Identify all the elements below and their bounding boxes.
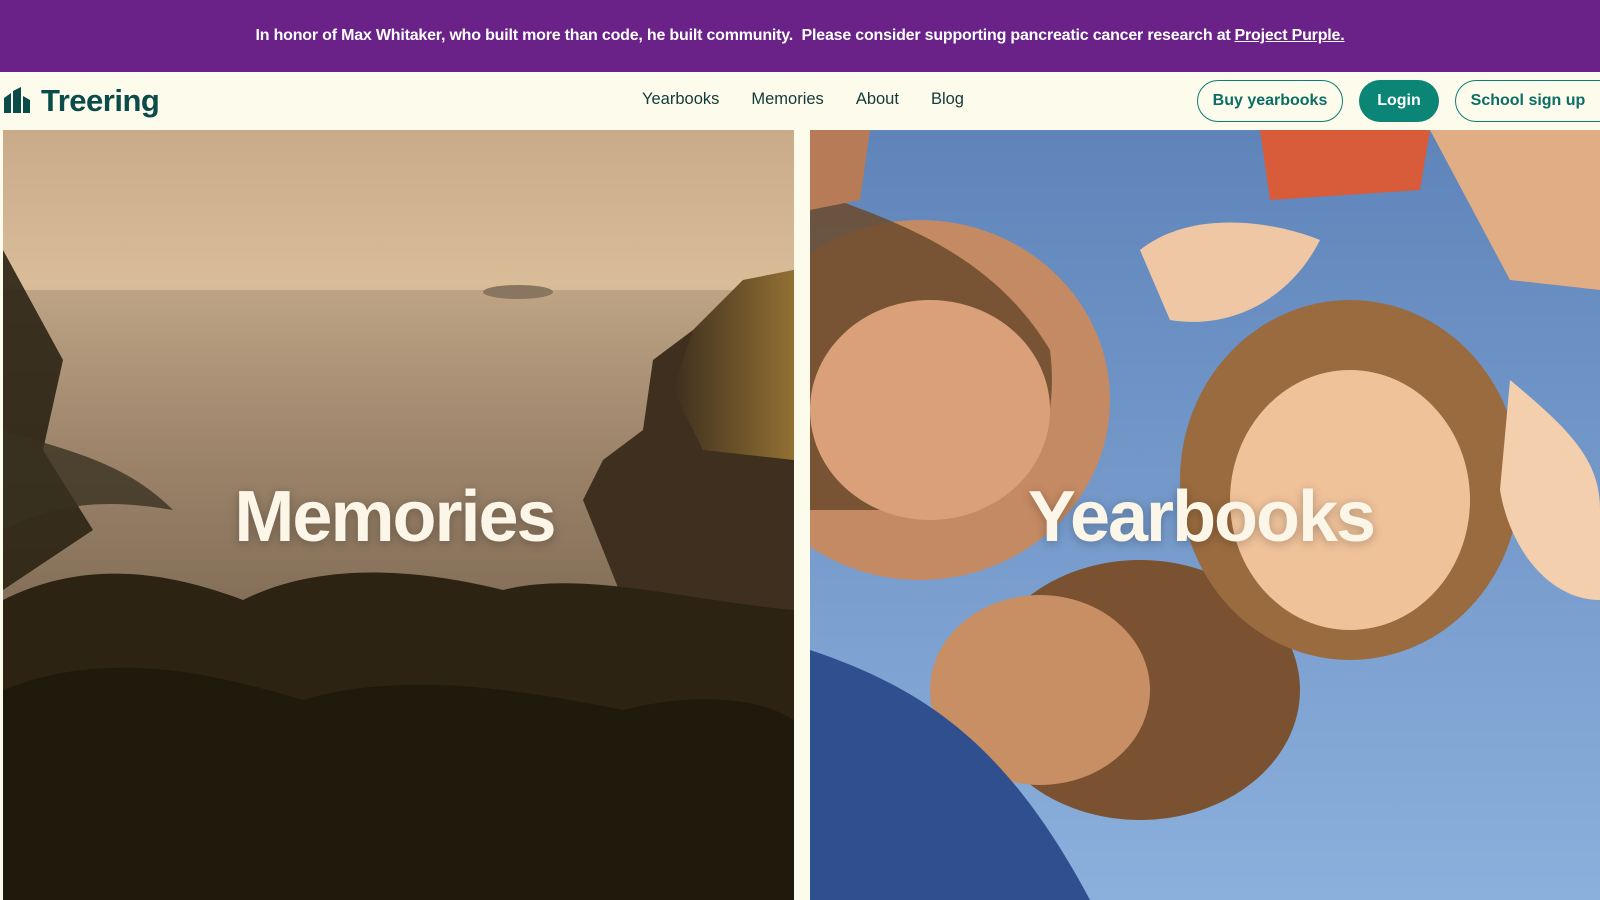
- announcement-banner: In honor of Max Whitaker, who built more…: [0, 0, 1600, 72]
- project-purple-link[interactable]: Project Purple.: [1235, 27, 1345, 45]
- buy-yearbooks-button[interactable]: Buy yearbooks: [1197, 80, 1343, 122]
- school-sign-up-button[interactable]: School sign up: [1455, 80, 1600, 122]
- nav-link-about[interactable]: About: [856, 90, 899, 109]
- brand-name: Treering: [41, 83, 160, 118]
- nav-link-memories[interactable]: Memories: [751, 90, 823, 109]
- top-navigation: Treering Yearbooks Memories About Blog B…: [0, 72, 1600, 130]
- memories-panel[interactable]: Memories: [3, 130, 794, 900]
- yearbooks-title: Yearbooks: [1027, 477, 1376, 557]
- treering-logo-icon: [4, 87, 30, 113]
- login-button[interactable]: Login: [1359, 80, 1439, 122]
- nav-link-yearbooks[interactable]: Yearbooks: [642, 90, 719, 109]
- announcement-message: In honor of Max Whitaker, who built more…: [255, 27, 1231, 44]
- nav-links: Yearbooks Memories About Blog: [642, 90, 964, 109]
- yearbooks-panel[interactable]: Yearbooks: [810, 130, 1600, 900]
- nav-link-blog[interactable]: Blog: [931, 90, 964, 109]
- brand-logo-link[interactable]: Treering: [2, 82, 160, 120]
- memories-title: Memories: [234, 477, 556, 557]
